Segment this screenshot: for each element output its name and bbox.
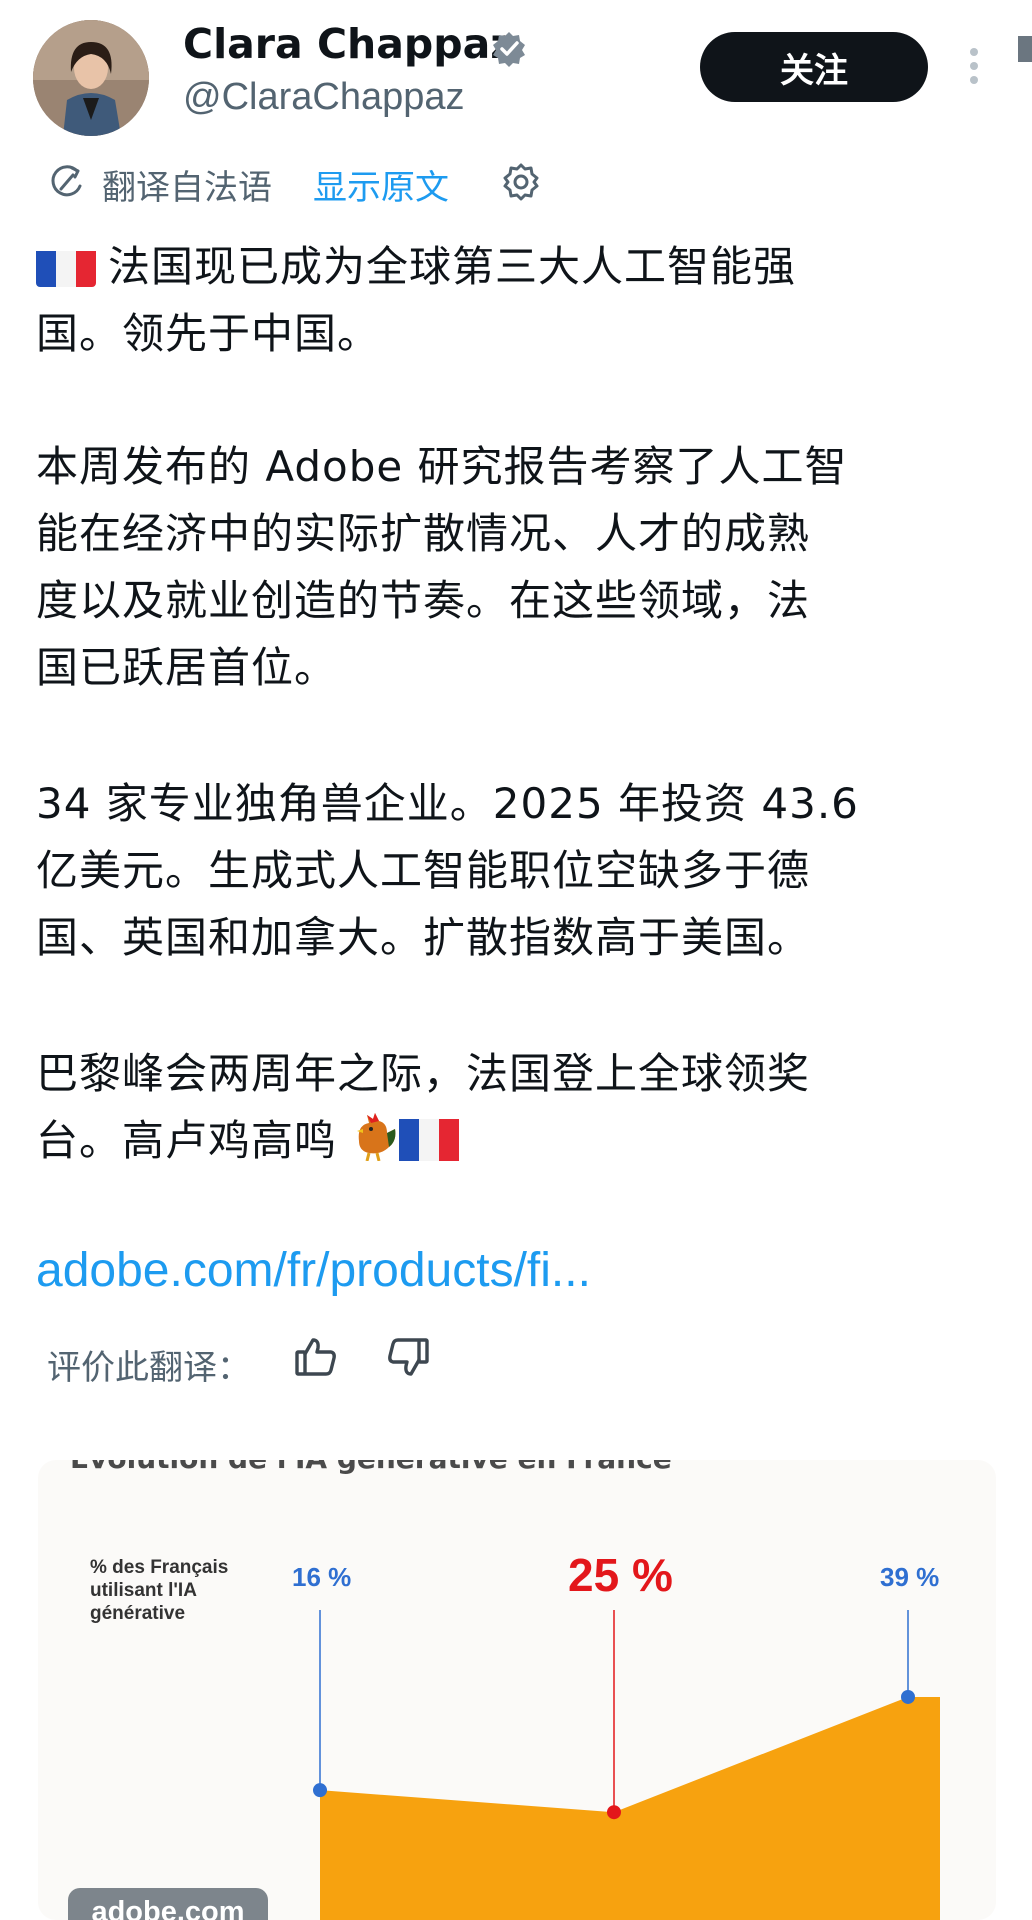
follow-button[interactable]: 关注: [700, 32, 928, 102]
chart-area-series: [320, 1696, 940, 1920]
france-flag-icon: [36, 245, 96, 287]
post-line: 法国现已成为全球第三大人工智能强: [36, 233, 996, 300]
edge-marker: [1018, 36, 1032, 62]
data-label-highlight: 25 %: [568, 1549, 673, 1601]
translate-icon: [47, 162, 87, 202]
show-original-link[interactable]: 显示原文: [313, 160, 449, 209]
post-text: 法国现已成为全球第三大人工智能强: [108, 242, 797, 291]
post-line: 度以及就业创造的节奏。在这些领域，法: [36, 576, 811, 625]
post-line: 国、英国和加拿大。扩散指数高于美国。: [36, 913, 811, 962]
display-name[interactable]: Clara Chappaz: [183, 20, 514, 68]
post-line: 台。高卢鸡高鸣: [36, 1107, 996, 1180]
chart-y-label: % des Français utilisant l'IA générative: [90, 1557, 229, 1624]
post-paragraph-3: 34 家专业独角兽企业。2025 年投资 43.6 亿美元。生成式人工智能职位空…: [36, 770, 996, 971]
translated-from-label: 翻译自法语: [102, 168, 272, 208]
thumbs-down-icon[interactable]: [385, 1334, 431, 1380]
post-line: 巴黎峰会两周年之际，法国登上全球领奖: [36, 1049, 811, 1098]
gear-icon[interactable]: [500, 161, 542, 203]
chart-point: [313, 1783, 327, 1798]
post-paragraph-4: 巴黎峰会两周年之际，法国登上全球领奖 台。高卢鸡高鸣: [36, 1040, 996, 1180]
article-link[interactable]: adobe.com/fr/products/fi...: [36, 1243, 591, 1298]
media-image[interactable]: Évolution de l'IA générative en France %…: [38, 1460, 996, 1920]
rate-translation-label: 评价此翻译：: [47, 1348, 251, 1388]
watermark: adobe.com: [68, 1888, 268, 1920]
post-text: 台。高卢鸡高鸣: [36, 1116, 338, 1165]
data-label: 16 %: [292, 1562, 352, 1592]
more-options-icon[interactable]: [960, 44, 988, 92]
verified-badge-icon: [490, 30, 528, 68]
thumbs-up-icon[interactable]: [293, 1334, 339, 1380]
rooster-icon: [351, 1111, 399, 1180]
post-line: 国。领先于中国。: [36, 309, 381, 358]
post-line: 国已跃居首位。: [36, 643, 338, 692]
data-label: 39 %: [880, 1562, 940, 1592]
post-line: 本周发布的 Adobe 研究报告考察了人工智: [36, 442, 848, 491]
france-flag-icon: [399, 1113, 460, 1180]
post-paragraph-2: 本周发布的 Adobe 研究报告考察了人工智 能在经济中的实际扩散情况、人才的成…: [36, 433, 996, 701]
chart-plot: [313, 1610, 940, 1920]
chart-point: [901, 1689, 915, 1704]
post-line: 亿美元。生成式人工智能职位空缺多于德: [36, 846, 811, 895]
post-line: 能在经济中的实际扩散情况、人才的成熟: [36, 509, 811, 558]
handle[interactable]: @ClaraChappaz: [183, 76, 465, 119]
chart-point: [607, 1805, 621, 1820]
post-paragraph-1: 法国现已成为全球第三大人工智能强 国。领先于中国。: [36, 233, 996, 367]
post-line: 34 家专业独角兽企业。2025 年投资 43.6: [36, 779, 859, 828]
avatar[interactable]: [33, 20, 149, 136]
